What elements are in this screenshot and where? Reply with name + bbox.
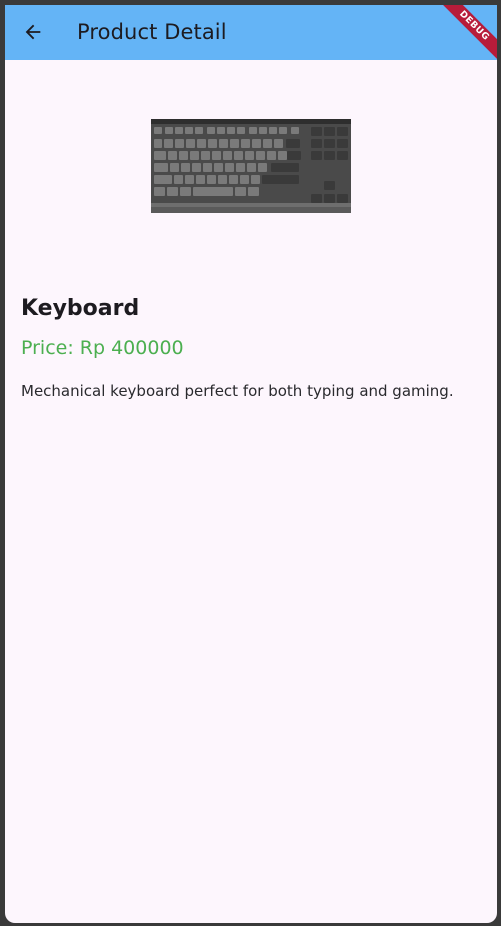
keyboard-image bbox=[151, 119, 351, 213]
product-name: Keyboard bbox=[21, 296, 140, 321]
page-title: Product Detail bbox=[77, 20, 227, 44]
back-button[interactable] bbox=[19, 18, 47, 46]
arrow-back-icon bbox=[25, 24, 41, 40]
app-bar: Product Detail bbox=[5, 5, 497, 60]
app-screen: Product Detail DEBUG Keyboard Price: Rp … bbox=[5, 5, 497, 923]
product-price: Price: Rp 400000 bbox=[21, 337, 184, 359]
product-description: Mechanical keyboard perfect for both typ… bbox=[21, 382, 454, 400]
